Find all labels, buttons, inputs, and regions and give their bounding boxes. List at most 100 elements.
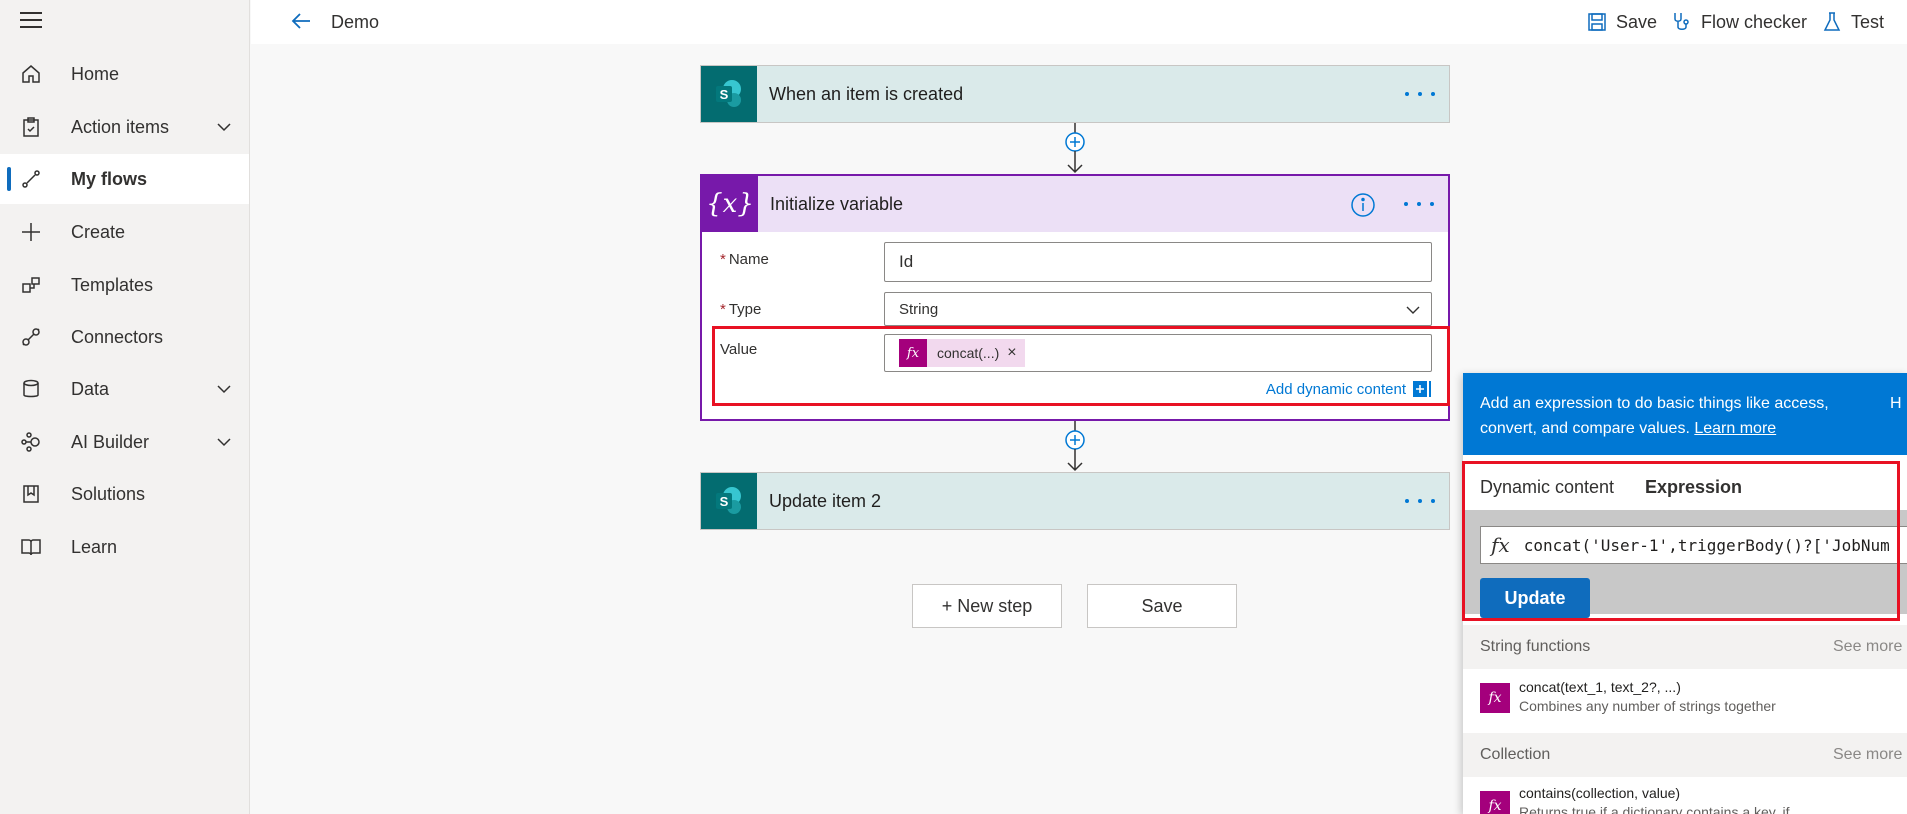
flows-icon xyxy=(22,170,40,188)
expression-info-banner: Add an expression to do basic things lik… xyxy=(1463,373,1907,455)
value-input[interactable]: fx concat(...) × xyxy=(884,334,1432,372)
chevron-down-icon[interactable] xyxy=(215,380,233,398)
info-overflow-text: H xyxy=(1890,395,1902,412)
function-desc: Combines any number of strings together xyxy=(1519,698,1776,714)
svg-text:S: S xyxy=(720,494,729,509)
connector-icon xyxy=(22,328,40,346)
add-dynamic-label: Add dynamic content xyxy=(1265,380,1406,398)
nav-item-create[interactable]: Create xyxy=(0,207,249,257)
chevron-down-icon[interactable] xyxy=(215,118,233,136)
new-step-button[interactable]: + New step xyxy=(912,584,1062,628)
section-title: Collection xyxy=(1480,746,1551,763)
nav-item-learn[interactable]: Learn xyxy=(0,522,249,572)
sharepoint-icon: S xyxy=(701,66,757,122)
chevron-down-icon[interactable] xyxy=(215,433,233,451)
nav-item-connectors[interactable]: Connectors xyxy=(0,312,249,362)
trigger-card-header[interactable]: S When an item is created xyxy=(701,66,1449,122)
svg-text:S: S xyxy=(720,87,729,102)
templates-icon xyxy=(22,277,40,293)
flow-checker-label: Flow checker xyxy=(1701,11,1808,32)
save-button[interactable]: Save xyxy=(1586,9,1657,35)
nav-item-templates[interactable]: Templates xyxy=(0,260,249,310)
type-label: * Type xyxy=(720,301,762,318)
function-name: concat(text_1, text_2?, ...) xyxy=(1519,679,1681,695)
type-value: String xyxy=(899,300,939,318)
nav-label: AI Builder xyxy=(71,431,150,452)
nav-item-home[interactable]: Home xyxy=(0,49,249,99)
info-icon[interactable] xyxy=(1350,192,1376,218)
variable-icon: {x} xyxy=(702,176,758,232)
update-button[interactable]: Update xyxy=(1480,578,1590,618)
test-label: Test xyxy=(1851,11,1885,32)
top-bar: Demo Save Flow checker Test xyxy=(251,0,1907,44)
expression-token[interactable]: fx concat(...) × xyxy=(899,339,1025,367)
test-button[interactable]: Test xyxy=(1821,9,1884,35)
flask-icon xyxy=(1823,12,1841,31)
add-step-connector[interactable] xyxy=(1060,123,1090,174)
more-options-icon[interactable] xyxy=(1405,84,1435,104)
nav-label: Create xyxy=(71,221,126,242)
chevron-down-icon xyxy=(1406,306,1420,314)
function-concat[interactable]: fx concat(text_1, text_2?, ...) Combines… xyxy=(1463,669,1907,721)
nav-label: My flows xyxy=(71,168,148,189)
update-item-title: Update item 2 xyxy=(769,490,882,511)
expression-input[interactable]: fx concat('User-1',triggerBody()?['JobNu… xyxy=(1480,526,1907,564)
nav-item-action-items[interactable]: Action items xyxy=(0,102,249,152)
more-options-icon[interactable] xyxy=(1404,194,1434,214)
panel-tabs: Dynamic content Expression xyxy=(1463,465,1907,515)
update-item-header[interactable]: S Update item 2 xyxy=(701,473,1449,529)
book-icon xyxy=(21,539,41,556)
flow-checker-button[interactable]: Flow checker xyxy=(1671,9,1807,35)
name-label: * Name xyxy=(720,251,769,268)
see-more-link[interactable]: See more xyxy=(1833,746,1902,764)
ai-builder-icon xyxy=(21,432,40,452)
hamburger-menu-icon[interactable] xyxy=(20,12,42,30)
nav-item-solutions[interactable]: Solutions xyxy=(0,469,249,519)
flow-title: Demo xyxy=(331,12,380,32)
nav-label: Solutions xyxy=(71,483,146,504)
initialize-variable-card[interactable]: {x} Initialize variable * Name Id * Type S… xyxy=(700,174,1450,421)
update-item-card[interactable]: S Update item 2 xyxy=(700,472,1450,530)
info-line-2: convert, and compare values. xyxy=(1480,420,1690,437)
more-options-icon[interactable] xyxy=(1405,491,1435,511)
fx-icon: fx xyxy=(1480,683,1510,713)
add-step-connector[interactable] xyxy=(1060,421,1090,472)
nav-label: Action items xyxy=(71,116,170,137)
nav-label: Home xyxy=(71,63,120,84)
trigger-card[interactable]: S When an item is created xyxy=(700,65,1450,123)
fx-icon: fx xyxy=(1491,533,1510,557)
add-dynamic-content-link[interactable]: Add dynamic content xyxy=(1266,380,1432,398)
section-collection: Collection See more xyxy=(1463,733,1907,777)
save-icon xyxy=(1588,13,1606,31)
tab-dynamic-content[interactable]: Dynamic content xyxy=(1480,477,1614,498)
section-string-functions: String functions See more xyxy=(1463,625,1907,669)
token-remove-icon[interactable]: × xyxy=(1007,344,1024,362)
nav-item-data[interactable]: Data xyxy=(0,364,249,414)
solutions-icon xyxy=(23,485,39,503)
type-dropdown[interactable]: String xyxy=(884,292,1432,326)
initialize-variable-header[interactable]: {x} Initialize variable xyxy=(702,176,1448,232)
nav-label: Connectors xyxy=(71,326,164,347)
see-more-link[interactable]: See more xyxy=(1833,638,1902,656)
function-desc: Returns true if a dictionary contains a … xyxy=(1519,804,1790,814)
function-name: contains(collection, value) xyxy=(1519,785,1681,801)
function-contains[interactable]: fx contains(collection, value) Returns t… xyxy=(1463,777,1907,814)
back-arrow-icon[interactable] xyxy=(289,9,313,33)
learn-more-link[interactable]: Learn more xyxy=(1694,420,1776,437)
database-icon xyxy=(23,379,39,398)
nav-label: Learn xyxy=(71,536,118,557)
tab-expression[interactable]: Expression xyxy=(1645,477,1743,513)
expression-text: concat('User-1',triggerBody()?['JobNum xyxy=(1523,535,1890,555)
dynamic-content-panel: Add an expression to do basic things lik… xyxy=(1463,373,1907,814)
name-input[interactable]: Id xyxy=(884,242,1432,282)
name-value: Id xyxy=(899,252,914,271)
trigger-title: When an item is created xyxy=(769,83,964,104)
token-label: concat(...) xyxy=(937,345,1000,361)
initialize-variable-title: Initialize variable xyxy=(770,193,904,214)
left-navigation: Home Action items My flows Create Templa… xyxy=(0,0,250,814)
canvas-save-button[interactable]: Save xyxy=(1087,584,1237,628)
nav-item-ai-builder[interactable]: AI Builder xyxy=(0,417,249,467)
nav-item-my-flows[interactable]: My flows xyxy=(0,154,249,204)
value-label: Value xyxy=(720,341,758,358)
add-dynamic-icon xyxy=(1413,381,1431,397)
